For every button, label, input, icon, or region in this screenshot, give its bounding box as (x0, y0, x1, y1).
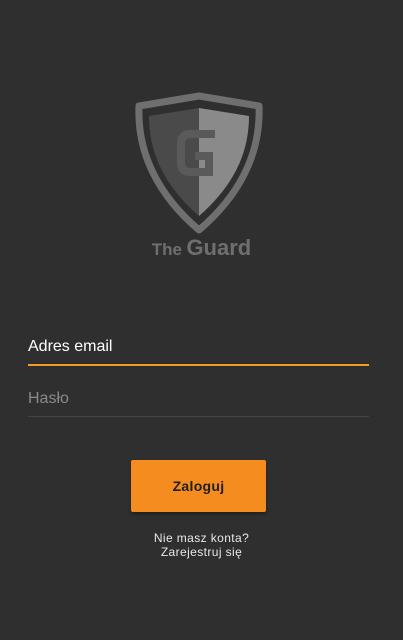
register-action: Zarejestruj się (160, 545, 243, 559)
email-input[interactable] (28, 330, 369, 364)
app-logo: The Guard (0, 92, 403, 267)
brand-wordmark: The Guard (0, 237, 403, 259)
password-field[interactable] (28, 382, 369, 417)
brand-name: Guard (186, 235, 252, 260)
password-input[interactable] (28, 382, 369, 416)
email-field[interactable] (28, 330, 369, 366)
shield-logo-icon (135, 92, 263, 234)
register-link[interactable]: Nie masz konta? Zarejestruj się (0, 531, 403, 559)
brand-prefix: The (151, 240, 182, 259)
login-screen: The Guard Zaloguj Nie masz konta? Zareje… (0, 0, 403, 640)
register-question: Nie masz konta? (153, 531, 250, 545)
login-button[interactable]: Zaloguj (131, 460, 266, 512)
